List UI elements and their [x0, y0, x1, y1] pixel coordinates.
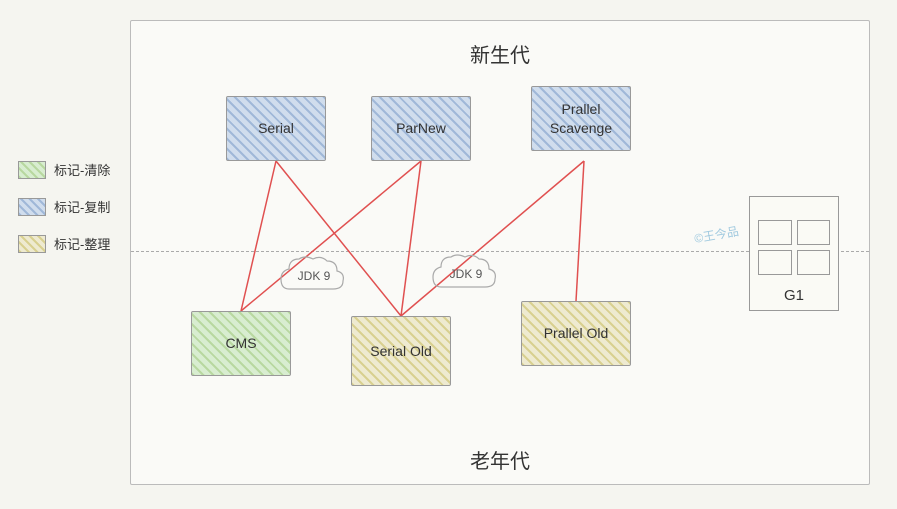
g1-cell-2	[797, 220, 831, 245]
legend-label-copy: 标记-复制	[54, 197, 110, 216]
box-serial: Serial	[226, 96, 326, 161]
page-container: 标记-清除 标记-复制 标记-整理 新生代 老年代	[0, 0, 897, 509]
legend-box-copy	[18, 198, 46, 216]
legend-box-compact	[18, 235, 46, 253]
legend: 标记-清除 标记-复制 标记-整理	[18, 160, 110, 253]
box-prallel-scavenge: Prallel Scavenge	[531, 86, 631, 151]
g1-grid	[750, 212, 838, 283]
g1-cell-3	[758, 250, 792, 275]
region-label-young: 新生代	[470, 39, 530, 68]
diagram: 新生代 老年代 Serial ParNew Prallel Scave	[130, 20, 870, 485]
jdk9-middle-label: JDK 9	[450, 267, 483, 281]
box-serial-old: Serial Old	[351, 316, 451, 386]
legend-item-copy: 标记-复制	[18, 197, 110, 216]
g1-cell-1	[758, 220, 792, 245]
legend-item-compact: 标记-整理	[18, 234, 110, 253]
g1-cell-4	[797, 250, 831, 275]
box-cms: CMS	[191, 311, 291, 376]
legend-label-clear: 标记-清除	[54, 160, 110, 179]
g1-label: G1	[784, 287, 804, 304]
cloud-jdk9-middle: JDK 9	[431, 249, 501, 299]
box-g1: G1	[749, 196, 839, 311]
region-label-old: 老年代	[470, 445, 530, 474]
legend-item-clear: 标记-清除	[18, 160, 110, 179]
legend-box-clear	[18, 161, 46, 179]
cloud-jdk9-left: JDK 9	[279, 251, 349, 301]
legend-label-compact: 标记-整理	[54, 234, 110, 253]
watermark: ©王今品	[693, 222, 740, 247]
box-parnew: ParNew	[371, 96, 471, 161]
box-prallel-old: Prallel Old	[521, 301, 631, 366]
jdk9-left-label: JDK 9	[298, 269, 331, 283]
